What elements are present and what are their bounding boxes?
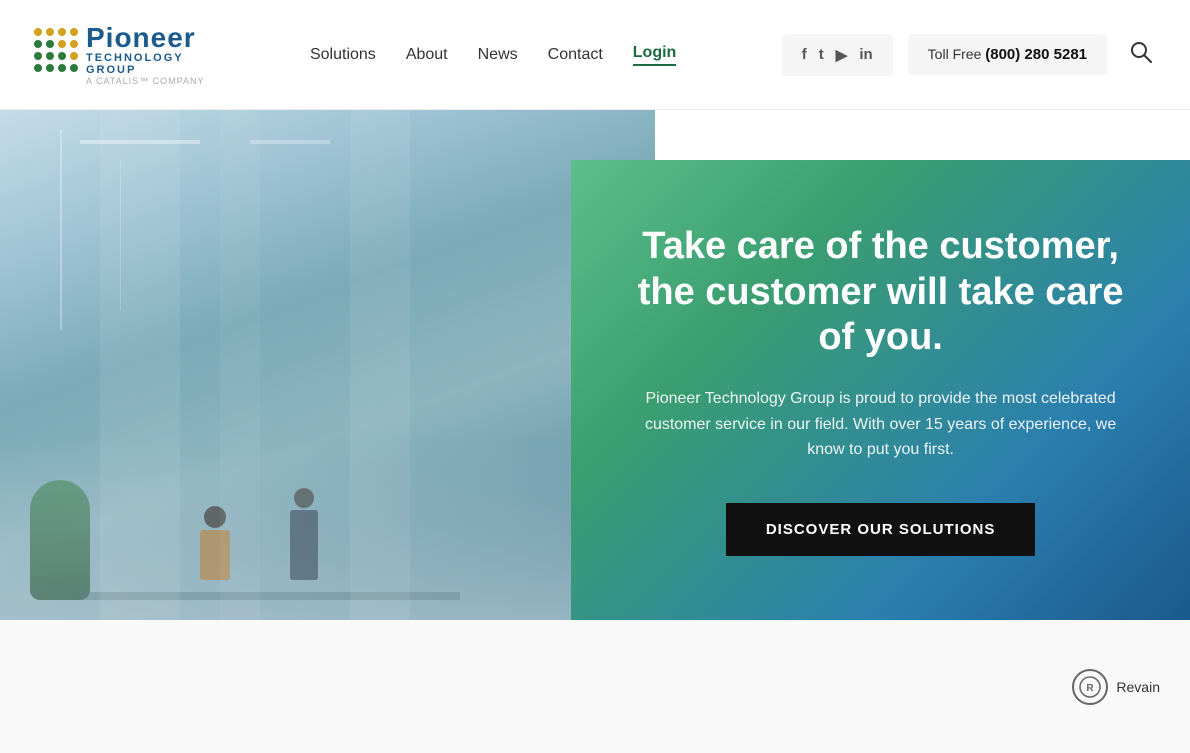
svg-text:R: R xyxy=(1087,683,1095,694)
nav-solutions[interactable]: Solutions xyxy=(310,46,376,64)
site-header: Pioneer TECHNOLOGY GROUP A CATALIS™ COMP… xyxy=(0,0,1190,110)
youtube-icon[interactable]: ▶ xyxy=(836,46,848,64)
nav-news[interactable]: News xyxy=(478,46,518,64)
logo-icon xyxy=(30,24,80,84)
search-button[interactable] xyxy=(1122,33,1160,76)
logo-catalis: A CATALIS™ COMPANY xyxy=(86,76,205,86)
revain-badge: R Revain xyxy=(1072,669,1160,705)
main-nav: Solutions About News Contact Login xyxy=(310,44,676,66)
footer-area: R Revain xyxy=(0,620,1190,753)
facebook-icon[interactable]: f xyxy=(802,46,807,63)
hero-section: Take care of the customer, the customer … xyxy=(0,110,1190,620)
person-figure-2 xyxy=(290,488,318,580)
header-right: f t ▶ in Toll Free (800) 280 5281 xyxy=(782,33,1160,76)
twitter-icon[interactable]: t xyxy=(819,46,824,63)
logo-line1: TECHNOLOGY xyxy=(86,52,205,64)
logo: Pioneer TECHNOLOGY GROUP A CATALIS™ COMP… xyxy=(30,24,205,86)
logo-brand: Pioneer xyxy=(86,24,205,52)
phone-number: (800) 280 5281 xyxy=(985,46,1087,63)
logo-area: Pioneer TECHNOLOGY GROUP A CATALIS™ COMP… xyxy=(30,24,205,86)
nav-login[interactable]: Login xyxy=(633,44,677,66)
nav-contact[interactable]: Contact xyxy=(548,46,603,64)
revain-icon: R xyxy=(1072,669,1108,705)
revain-label: Revain xyxy=(1116,679,1160,695)
nav-about[interactable]: About xyxy=(406,46,448,64)
hero-image xyxy=(0,110,655,620)
phone-box: Toll Free (800) 280 5281 xyxy=(908,34,1107,75)
hero-headline: Take care of the customer, the customer … xyxy=(631,224,1130,361)
social-links: f t ▶ in xyxy=(782,34,893,76)
search-icon xyxy=(1130,41,1152,63)
logo-line2: GROUP xyxy=(86,64,205,76)
plant-decoration xyxy=(30,480,90,600)
cta-button[interactable]: DISCOVER OUR SOLUTIONS xyxy=(726,503,1036,556)
hero-subtext: Pioneer Technology Group is proud to pro… xyxy=(631,386,1130,463)
linkedin-icon[interactable]: in xyxy=(859,46,872,63)
logo-text: Pioneer TECHNOLOGY GROUP A CATALIS™ COMP… xyxy=(86,24,205,86)
hero-overlay-panel: Take care of the customer, the customer … xyxy=(571,160,1190,620)
phone-label: Toll Free xyxy=(928,46,982,62)
